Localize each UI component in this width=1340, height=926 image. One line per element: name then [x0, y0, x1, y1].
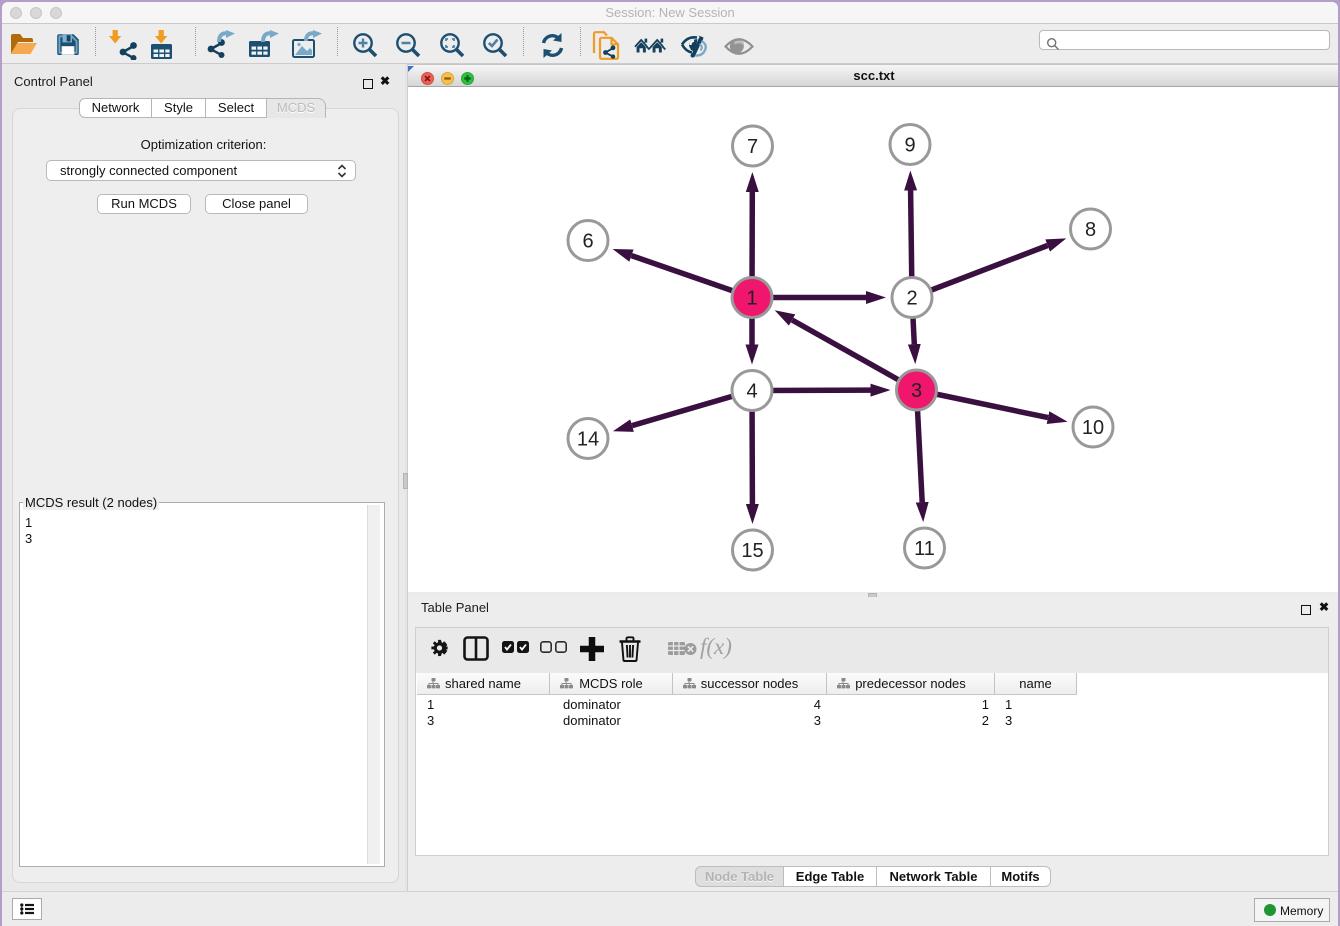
svg-text:11: 11: [914, 538, 935, 560]
svg-text:15: 15: [741, 540, 763, 562]
svg-text:2: 2: [906, 288, 917, 310]
svg-text:14: 14: [577, 429, 599, 451]
svg-text:8: 8: [1085, 219, 1096, 241]
svg-text:10: 10: [1082, 417, 1104, 439]
svg-text:9: 9: [904, 135, 915, 157]
svg-text:4: 4: [746, 381, 757, 403]
svg-text:7: 7: [747, 136, 758, 158]
svg-text:3: 3: [911, 380, 922, 402]
svg-text:1: 1: [746, 288, 757, 310]
svg-text:6: 6: [582, 231, 593, 253]
